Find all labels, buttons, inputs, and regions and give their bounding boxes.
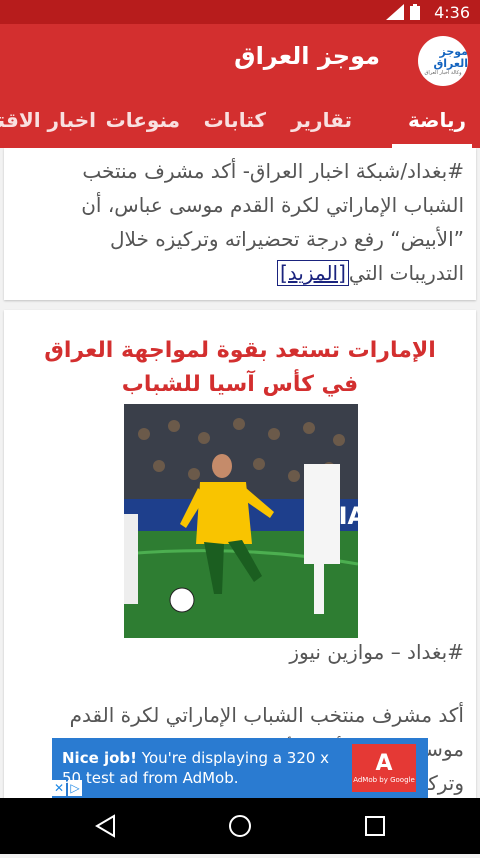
card-summary: #بغداد/شبكة اخبار العراق- أكد مشرف منتخب… [4, 148, 476, 290]
admob-caption: AdMob by Google [353, 775, 415, 784]
news-list[interactable]: #بغداد/شبكة اخبار العراق- أكد مشرف منتخب… [0, 148, 480, 798]
news-card[interactable]: الإمارات تستعد بقوة لمواجهة العراق في كأ… [4, 310, 476, 798]
admob-logo-icon: A AdMob by Google [352, 744, 416, 792]
battery-icon [410, 4, 420, 20]
logo-text: موجز العراق [433, 45, 468, 70]
tab-economy[interactable]: اخبار الاقتصاد [0, 108, 96, 132]
back-button[interactable] [95, 814, 115, 838]
tab-writings[interactable]: كتابات [204, 108, 266, 132]
ad-info-icon[interactable]: ▷ [68, 780, 82, 796]
signal-icon [386, 4, 404, 20]
summary-line-text: التدريبات التي [348, 261, 464, 285]
tab-misc[interactable]: منوعات [106, 108, 180, 132]
more-link[interactable]: [المزيد] [277, 260, 349, 286]
summary-line: ”الأبيض“ رفع درجة تحضيراته وتركيزه خلال [110, 227, 464, 251]
ad-close-icon[interactable]: ✕ [52, 780, 66, 796]
app-logo: موجز العراق وكالة اخبار العراق [418, 36, 468, 86]
ad-banner[interactable]: Nice job! You're displaying a 320 x 50 t… [52, 738, 428, 798]
status-icons [386, 4, 420, 20]
summary-line: #بغداد/شبكة اخبار العراق- أكد مشرف منتخب [82, 159, 464, 183]
article-headline[interactable]: الإمارات تستعد بقوة لمواجهة العراق في كأ… [4, 310, 476, 402]
tab-reports[interactable]: تقارير [291, 108, 352, 132]
article-source: #بغداد – موازين نيوز [289, 640, 464, 664]
summary-line: الشباب الإماراتي لكرة القدم موسى عباس، أ… [81, 193, 464, 217]
ad-bold: Nice job! [62, 749, 138, 767]
news-card[interactable]: #بغداد/شبكة اخبار العراق- أكد مشرف منتخب… [4, 148, 476, 300]
tab-bar: رياضة تقارير كتابات منوعات اخبار الاقتصا… [0, 96, 480, 148]
app-bar: موجز العراق وكالة اخبار العراق موجز العر… [0, 24, 480, 96]
admob-glyph: A [375, 750, 393, 776]
article-photo[interactable]: KIA [124, 404, 358, 638]
logo-subtitle: وكالة اخبار العراق [424, 70, 462, 76]
ad-text: Nice job! You're displaying a 320 x 50 t… [62, 748, 342, 788]
home-button[interactable] [229, 815, 251, 837]
app-title: موجز العراق [234, 42, 380, 70]
status-bar: 4:36 [0, 0, 480, 24]
recents-button[interactable] [365, 816, 385, 836]
summary-line: التدريبات التي[المزيد] [16, 256, 464, 290]
status-time: 4:36 [434, 3, 470, 22]
nav-bar [0, 798, 480, 854]
ad-choices[interactable]: ✕ ▷ [52, 780, 82, 796]
tab-sports[interactable]: رياضة [408, 108, 466, 132]
